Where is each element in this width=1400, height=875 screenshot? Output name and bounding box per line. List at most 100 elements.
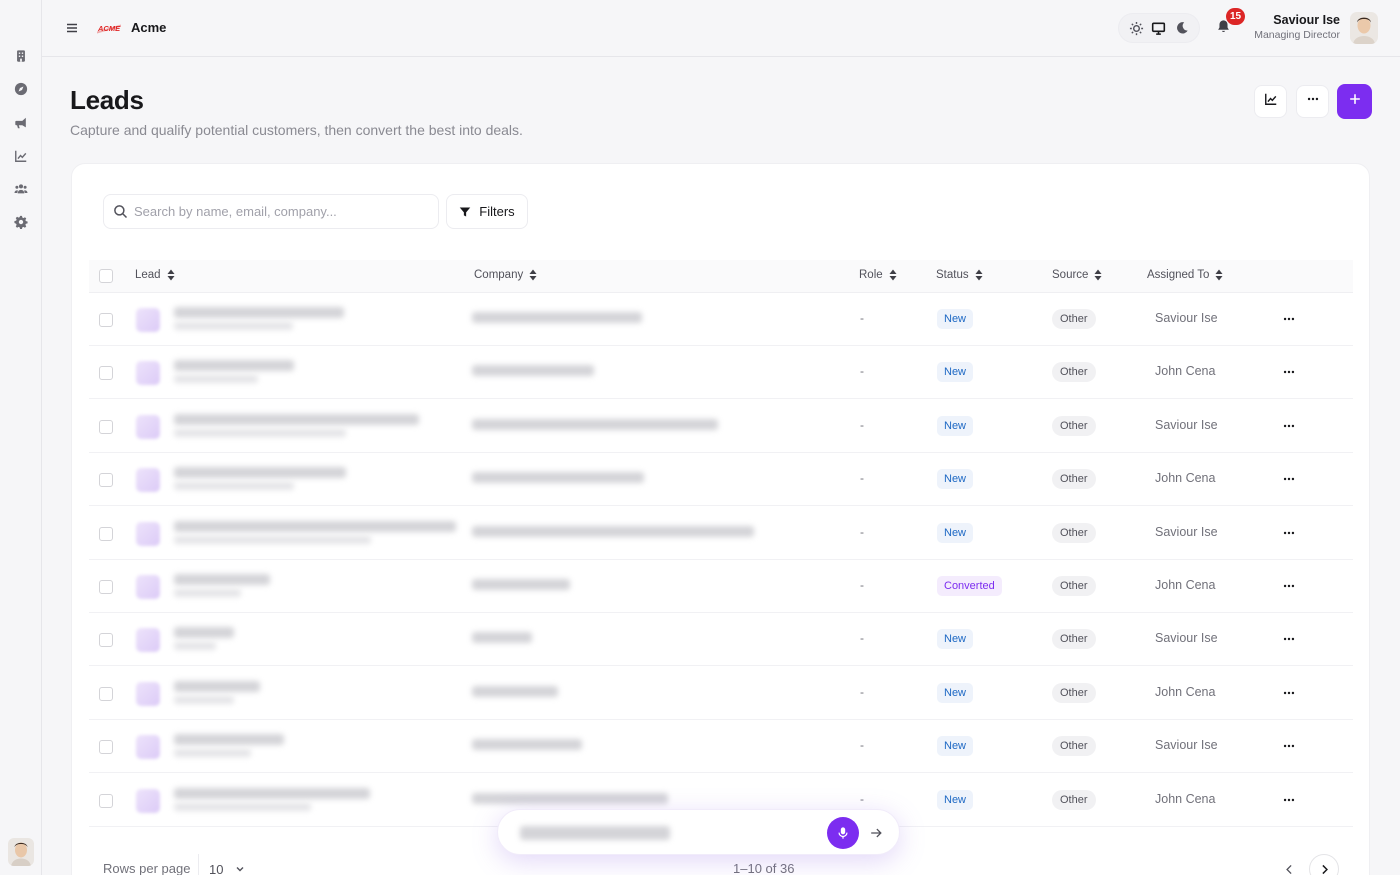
add-lead-button[interactable] [1337,84,1372,119]
source-badge: Other [1052,469,1096,490]
lead-avatar [136,628,160,653]
chevron-down-icon [236,867,244,872]
row-actions-button[interactable] [1280,417,1298,435]
role-cell: - [860,417,864,432]
filters-button[interactable]: Filters [446,194,528,229]
redacted-lead-email [174,482,294,491]
column-header-status[interactable]: Status [936,269,983,281]
ellipsis-icon [1283,424,1295,428]
ellipsis-icon [1283,584,1295,588]
table-row[interactable]: - New Other Saviour Ise [89,293,1353,346]
column-header-source[interactable]: Source [1052,269,1102,281]
row-checkbox[interactable] [99,633,113,648]
ellipsis-icon [1283,477,1295,481]
microphone-button[interactable] [827,817,859,849]
more-options-button[interactable] [1296,85,1329,118]
hamburger-menu-icon[interactable] [64,20,80,36]
search-input[interactable] [134,204,424,219]
redacted-lead-email [174,642,216,651]
redacted-company [472,685,558,697]
table-row[interactable]: - New Other Saviour Ise [89,613,1353,667]
redacted-company [472,792,668,804]
acme-logo[interactable]: ACME [97,21,121,34]
gear-icon[interactable] [12,213,29,230]
analytics-button[interactable] [1254,85,1287,118]
redacted-lead-email [174,749,251,758]
row-actions-button[interactable] [1280,630,1298,648]
column-header-role[interactable]: Role [859,269,897,281]
ellipsis-icon [1306,92,1320,111]
row-actions-button[interactable] [1280,524,1298,542]
row-checkbox[interactable] [99,740,113,755]
status-badge: New [937,469,974,490]
assigned-to-cell: John Cena [1155,364,1216,379]
sun-icon[interactable] [1128,20,1144,36]
table-row[interactable]: - New Other Saviour Ise [89,400,1353,453]
sort-icon [1094,269,1102,281]
previous-page-button[interactable] [1274,854,1304,875]
row-checkbox[interactable] [99,526,113,541]
moon-icon[interactable] [1174,20,1190,36]
notification-count-badge: 15 [1226,8,1246,25]
source-badge: Other [1052,629,1096,650]
row-checkbox[interactable] [99,473,113,488]
row-checkbox[interactable] [99,686,113,701]
row-checkbox[interactable] [99,580,113,594]
avatar[interactable] [1350,12,1378,44]
avatar[interactable] [8,838,34,866]
ellipsis-icon [1283,531,1295,534]
search-box [103,194,439,229]
table-row[interactable]: - New Other John Cena [89,346,1353,400]
monitor-icon[interactable] [1151,20,1167,36]
row-actions-button[interactable] [1280,791,1298,809]
status-badge: New [937,789,974,810]
rows-per-page-select[interactable]: 10 [198,854,256,875]
top-bar: ACME Acme 15 Saviour Ise Managing Direct… [42,0,1400,57]
app-name[interactable]: Acme [131,20,166,35]
table-row[interactable]: - New Other John Cena [89,667,1353,720]
chart-line-icon[interactable] [12,147,29,164]
redacted-lead-name [174,307,344,318]
row-actions-button[interactable] [1280,577,1298,595]
sort-icon [889,269,897,281]
row-checkbox[interactable] [99,793,113,808]
leads-card: Filters Lead Company Role Status Source … [71,163,1370,875]
row-checkbox[interactable] [99,313,113,327]
select-all-checkbox[interactable] [99,269,113,283]
column-header-assigned-to[interactable]: Assigned To [1147,269,1223,281]
chevron-left-icon [1285,864,1292,874]
row-checkbox[interactable] [99,419,113,434]
row-actions-button[interactable] [1280,684,1298,702]
redacted-company [472,472,644,484]
table-row[interactable]: - New Other Saviour Ise [89,720,1353,774]
compass-icon[interactable] [12,80,29,97]
redacted-company [472,365,594,377]
column-header-lead[interactable]: Lead [135,269,175,281]
table-row[interactable]: - New Other John Cena [89,453,1353,507]
megaphone-icon[interactable] [12,114,29,131]
row-checkbox[interactable] [99,366,113,381]
role-cell: - [860,471,864,486]
redacted-lead-email [174,589,241,597]
next-page-button[interactable] [1309,854,1339,875]
redacted-lead-email [174,802,311,811]
table-row[interactable]: - New Other Saviour Ise [89,507,1353,560]
table-row[interactable]: - Converted Other John Cena [89,560,1353,613]
row-actions-button[interactable] [1280,363,1298,381]
row-actions-button[interactable] [1280,737,1298,755]
assigned-to-cell: John Cena [1155,578,1216,592]
redacted-lead-name [174,520,456,532]
building-icon[interactable] [12,47,29,64]
send-button[interactable] [866,823,886,843]
source-badge: Other [1052,576,1096,596]
users-icon[interactable] [12,180,29,197]
column-header-company[interactable]: Company [474,269,537,281]
ellipsis-icon [1283,317,1295,321]
search-icon [114,205,128,219]
row-actions-button[interactable] [1280,470,1298,488]
source-badge: Other [1052,736,1096,757]
pagination-range: 1–10 of 36 [733,861,795,875]
chevron-right-icon [1321,864,1328,874]
user-name[interactable]: Saviour Ise [1273,13,1340,27]
row-actions-button[interactable] [1280,310,1298,328]
